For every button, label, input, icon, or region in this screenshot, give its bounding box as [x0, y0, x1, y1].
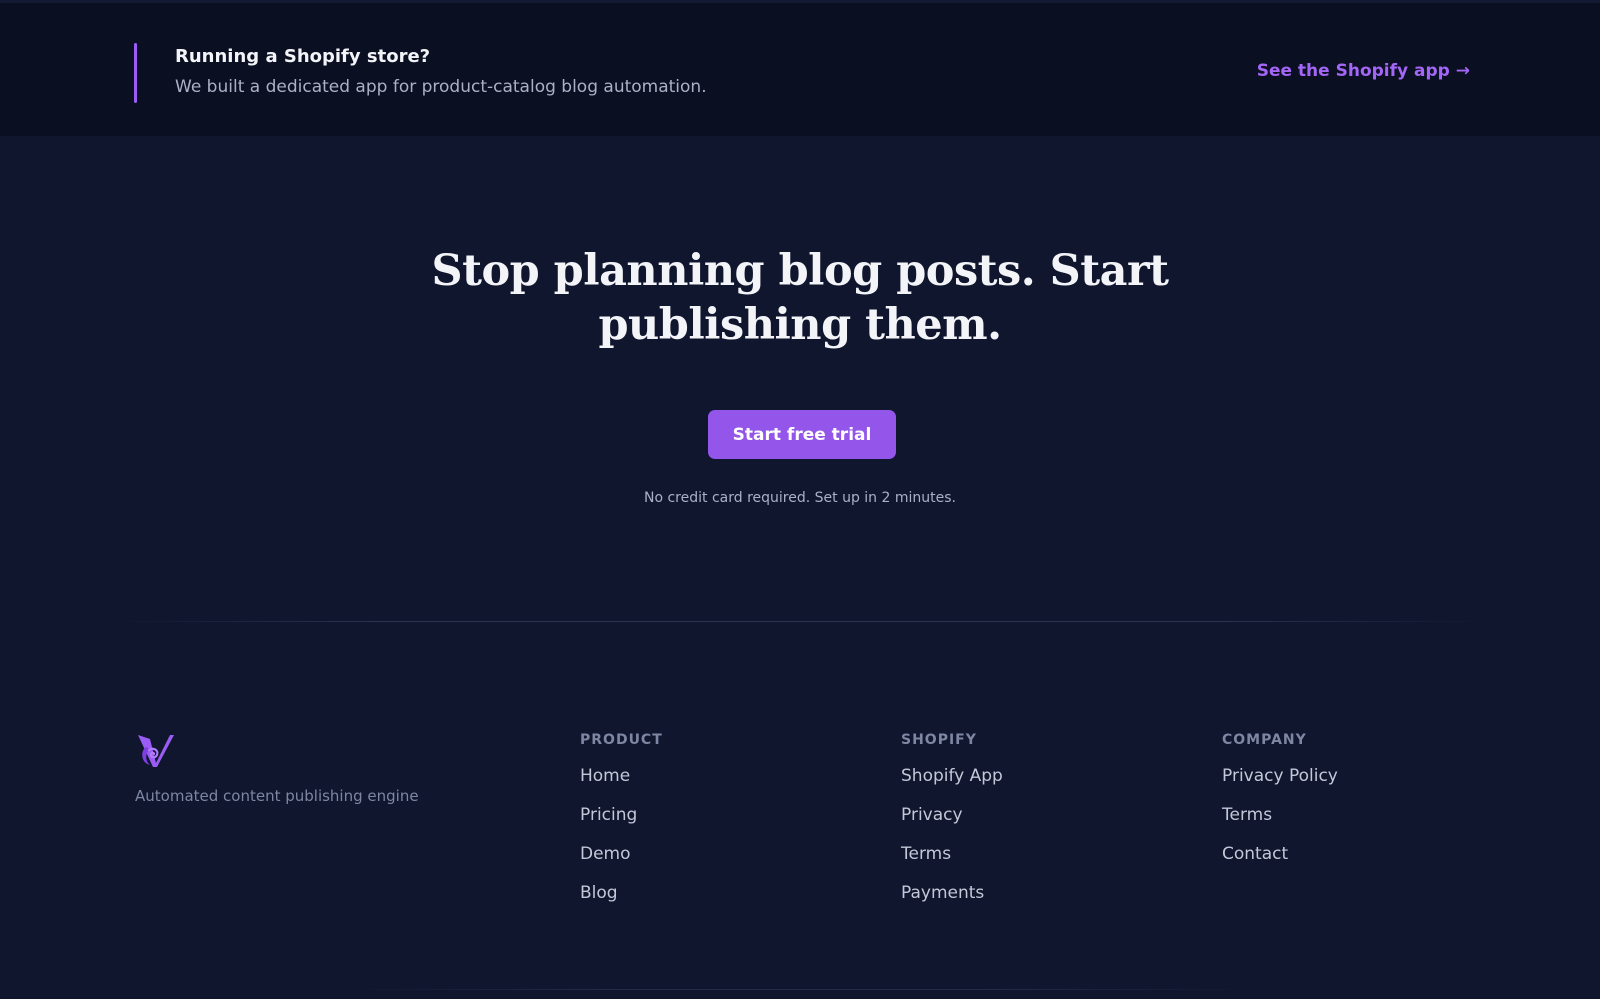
start-free-trial-button[interactable]: Start free trial [708, 410, 896, 459]
banner-subtitle: We built a dedicated app for product-cat… [175, 77, 707, 97]
footer-heading-product: PRODUCT [580, 732, 663, 748]
footer-tagline: Automated content publishing engine [135, 787, 419, 805]
footer-link-home[interactable]: Home [580, 766, 630, 786]
footer-heading-company: COMPANY [1222, 732, 1307, 748]
footer-link-contact[interactable]: Contact [1222, 844, 1288, 864]
cta-note: No credit card required. Set up in 2 min… [644, 490, 956, 506]
footer-heading-shopify: SHOPIFY [901, 732, 977, 748]
footer-bottom-divider [340, 989, 1260, 990]
footer-column-company: COMPANY Privacy Policy Terms Contact [1222, 731, 1338, 882]
brand-logo-icon[interactable] [136, 733, 176, 769]
footer-column-shopify: SHOPIFY Shopify App Privacy Terms Paymen… [901, 731, 1003, 921]
page: Running a Shopify store? We built a dedi… [0, 0, 1600, 999]
footer-link-terms[interactable]: Terms [1222, 805, 1272, 825]
footer-link-shopify-app[interactable]: Shopify App [901, 766, 1003, 786]
footer-column-product: PRODUCT Home Pricing Demo Blog [580, 731, 663, 921]
banner-title: Running a Shopify store? [175, 46, 431, 67]
footer-link-pricing[interactable]: Pricing [580, 805, 637, 825]
footer-link-shopify-terms[interactable]: Terms [901, 844, 951, 864]
footer-links-shopify: Shopify App Privacy Terms Payments [901, 765, 1003, 921]
see-shopify-app-link[interactable]: See the Shopify app → [1257, 61, 1470, 81]
footer-link-payments[interactable]: Payments [901, 883, 984, 903]
footer-links-product: Home Pricing Demo Blog [580, 765, 663, 921]
banner-accent-bar [134, 43, 137, 103]
footer-link-demo[interactable]: Demo [580, 844, 631, 864]
footer-link-privacy-policy[interactable]: Privacy Policy [1222, 766, 1338, 786]
hero-heading: Stop planning blog posts. Start publishi… [431, 246, 1169, 350]
shopify-banner: Running a Shopify store? We built a dedi… [0, 0, 1600, 136]
footer-links-company: Privacy Policy Terms Contact [1222, 765, 1338, 882]
footer-link-shopify-privacy[interactable]: Privacy [901, 805, 963, 825]
section-divider [110, 621, 1490, 622]
footer-link-blog[interactable]: Blog [580, 883, 618, 903]
